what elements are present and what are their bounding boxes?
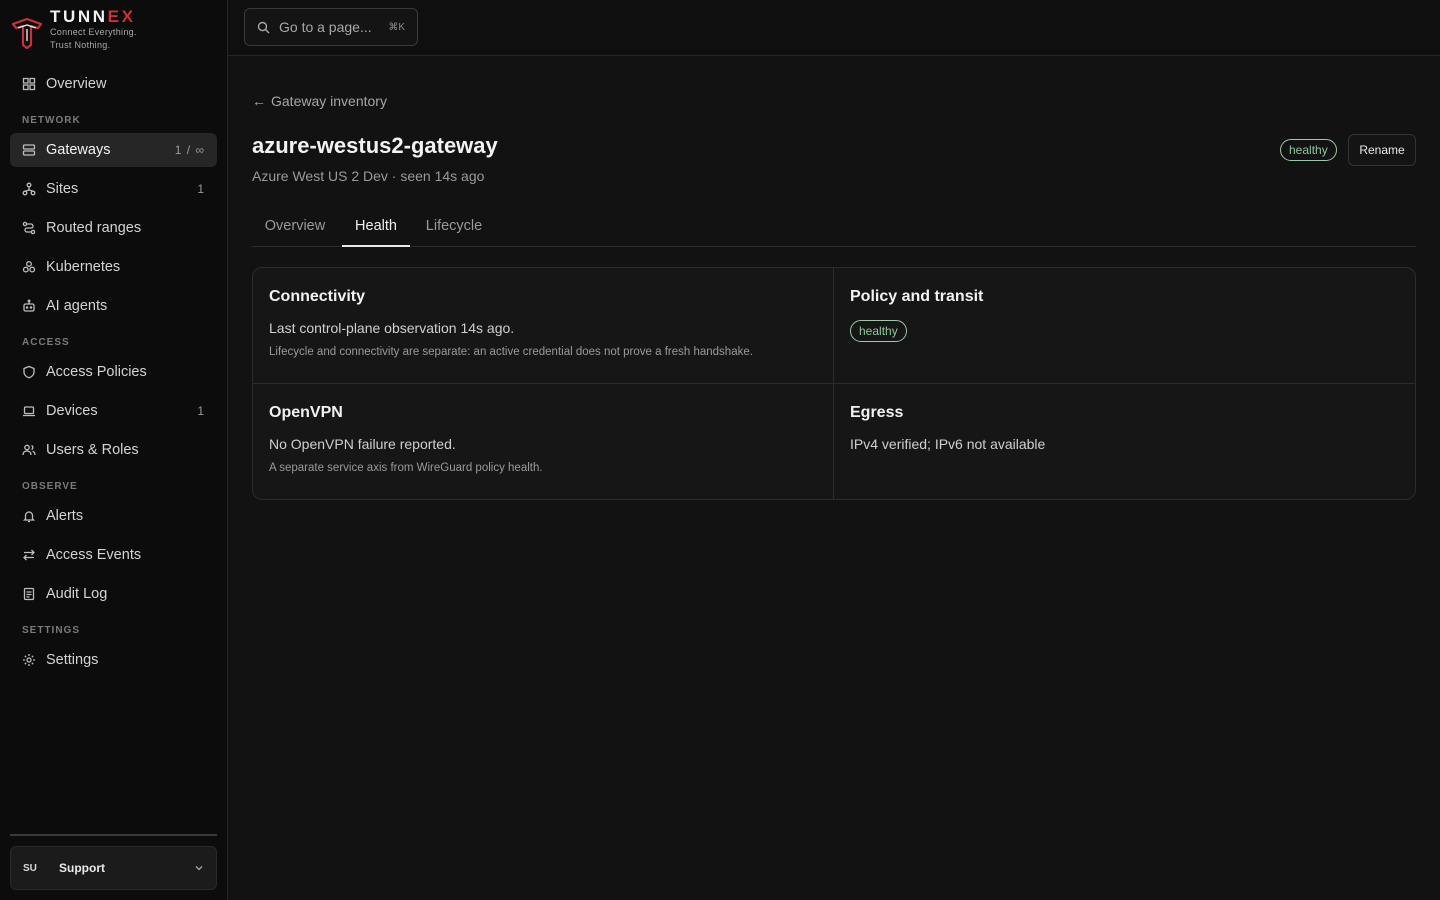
users-icon bbox=[22, 443, 36, 457]
rename-button[interactable]: Rename bbox=[1348, 134, 1416, 166]
connectivity-card: Connectivity Last control-plane observat… bbox=[253, 268, 834, 384]
sidebar-item-label: Alerts bbox=[46, 508, 84, 524]
tab-health[interactable]: Health bbox=[342, 206, 410, 247]
health-grid: Connectivity Last control-plane observat… bbox=[252, 267, 1416, 500]
sidebar-item-label: Devices bbox=[46, 403, 98, 419]
sidebar-item-routed-ranges[interactable]: Routed ranges bbox=[10, 211, 217, 245]
shield-icon bbox=[22, 365, 36, 379]
search-placeholder: Go to a page... bbox=[279, 19, 372, 35]
sidebar-item-access-policies[interactable]: Access Policies bbox=[10, 355, 217, 389]
card-body: No OpenVPN failure reported. bbox=[269, 436, 456, 452]
devices-count: 1 bbox=[197, 404, 205, 418]
section-label-network: NETWORK bbox=[22, 115, 81, 126]
card-note: A separate service axis from WireGuard p… bbox=[269, 462, 543, 474]
sidebar-item-label: Sites bbox=[46, 181, 79, 197]
brand[interactable]: TUNNEX Connect Everything. Trust Nothing… bbox=[10, 8, 137, 56]
sidebar-item-gateways[interactable]: Gateways 1 / ∞ bbox=[10, 133, 217, 167]
card-title: OpenVPN bbox=[269, 404, 343, 421]
gear-icon bbox=[22, 653, 36, 667]
page-subtitle: Azure West US 2 Dev · seen 14s ago bbox=[252, 168, 485, 184]
avatar: SU bbox=[23, 862, 37, 874]
sidebar-item-alerts[interactable]: Alerts bbox=[10, 499, 217, 533]
back-link-label: Gateway inventory bbox=[271, 93, 387, 109]
sidebar-item-kubernetes[interactable]: Kubernetes bbox=[10, 250, 217, 284]
sidebar-item-label: Settings bbox=[46, 652, 99, 668]
topbar: Go to a page... ⌘K bbox=[228, 0, 1440, 56]
gateways-count: 1 / ∞ bbox=[174, 143, 205, 157]
user-name: Support bbox=[59, 861, 105, 875]
sidebar-item-settings[interactable]: Settings bbox=[10, 643, 217, 677]
sidebar-item-access-events[interactable]: Access Events bbox=[10, 538, 217, 572]
card-body: IPv4 verified; IPv6 not available bbox=[850, 436, 1046, 452]
sidebar-item-sites[interactable]: Sites 1 bbox=[10, 172, 217, 206]
egress-card: Egress IPv4 verified; IPv6 not available bbox=[834, 384, 1415, 499]
laptop-icon bbox=[22, 404, 36, 418]
keyboard-shortcut: ⌘K bbox=[388, 21, 405, 33]
sidebar-item-devices[interactable]: Devices 1 bbox=[10, 394, 217, 428]
sidebar-item-label: Users & Roles bbox=[46, 442, 139, 458]
tab-bar: Overview Health Lifecycle bbox=[252, 206, 1416, 247]
bot-icon bbox=[22, 299, 36, 313]
card-title: Policy and transit bbox=[850, 288, 984, 305]
sidebar-item-ai-agents[interactable]: AI agents bbox=[10, 289, 217, 323]
sidebar-item-label: Routed ranges bbox=[46, 220, 142, 236]
policy-transit-card: Policy and transit healthy bbox=[834, 268, 1415, 384]
sidebar-item-label: Gateways bbox=[46, 142, 111, 158]
sites-count: 1 bbox=[197, 182, 205, 196]
tab-overview[interactable]: Overview bbox=[252, 206, 338, 246]
sidebar-item-audit-log[interactable]: Audit Log bbox=[10, 577, 217, 611]
tunnex-logo-icon bbox=[11, 17, 43, 49]
back-link[interactable]: ← Gateway inventory bbox=[252, 93, 387, 109]
bell-icon bbox=[22, 509, 36, 523]
grid-icon bbox=[22, 77, 36, 91]
arrow-left-icon: ← bbox=[252, 93, 266, 109]
sidebar-item-label: AI agents bbox=[46, 298, 108, 314]
sidebar-item-label: Access Events bbox=[46, 547, 142, 563]
kubernetes-icon bbox=[22, 260, 36, 274]
status-badge: healthy bbox=[850, 320, 907, 342]
section-label-observe: OBSERVE bbox=[22, 481, 78, 492]
search-icon bbox=[257, 21, 270, 33]
page-title: azure-westus2-gateway bbox=[252, 133, 498, 158]
status-badge: healthy bbox=[1280, 139, 1337, 161]
sidebar-item-label: Kubernetes bbox=[46, 259, 121, 275]
chevron-down-icon bbox=[195, 866, 203, 871]
section-label-access: ACCESS bbox=[22, 337, 70, 348]
brand-name: TUNNEX bbox=[50, 7, 136, 26]
user-menu[interactable]: SU Support bbox=[10, 846, 217, 890]
sidebar-item-overview[interactable]: Overview bbox=[10, 67, 217, 101]
arrows-icon bbox=[22, 548, 36, 562]
card-note: Lifecycle and connectivity are separate:… bbox=[269, 346, 753, 358]
server-icon bbox=[22, 143, 36, 157]
sidebar-divider bbox=[10, 834, 217, 836]
tab-lifecycle[interactable]: Lifecycle bbox=[414, 206, 494, 246]
network-icon bbox=[22, 182, 36, 196]
sidebar-item-users-roles[interactable]: Users & Roles bbox=[10, 433, 217, 467]
card-body: Last control-plane observation 14s ago. bbox=[269, 320, 515, 336]
route-icon bbox=[22, 221, 36, 235]
section-label-settings: SETTINGS bbox=[22, 625, 81, 636]
card-title: Connectivity bbox=[269, 288, 366, 305]
document-icon bbox=[22, 587, 36, 601]
sidebar-item-label: Overview bbox=[46, 76, 107, 92]
openvpn-card: OpenVPN No OpenVPN failure reported. A s… bbox=[253, 384, 834, 499]
sidebar: TUNNEX Connect Everything. Trust Nothing… bbox=[0, 0, 228, 900]
command-search[interactable]: Go to a page... ⌘K bbox=[244, 8, 418, 46]
sidebar-item-label: Audit Log bbox=[46, 586, 108, 602]
brand-tagline-1: Connect Everything. bbox=[50, 27, 137, 37]
card-title: Egress bbox=[850, 404, 904, 421]
brand-tagline-2: Trust Nothing. bbox=[50, 40, 111, 50]
sidebar-item-label: Access Policies bbox=[46, 364, 147, 380]
